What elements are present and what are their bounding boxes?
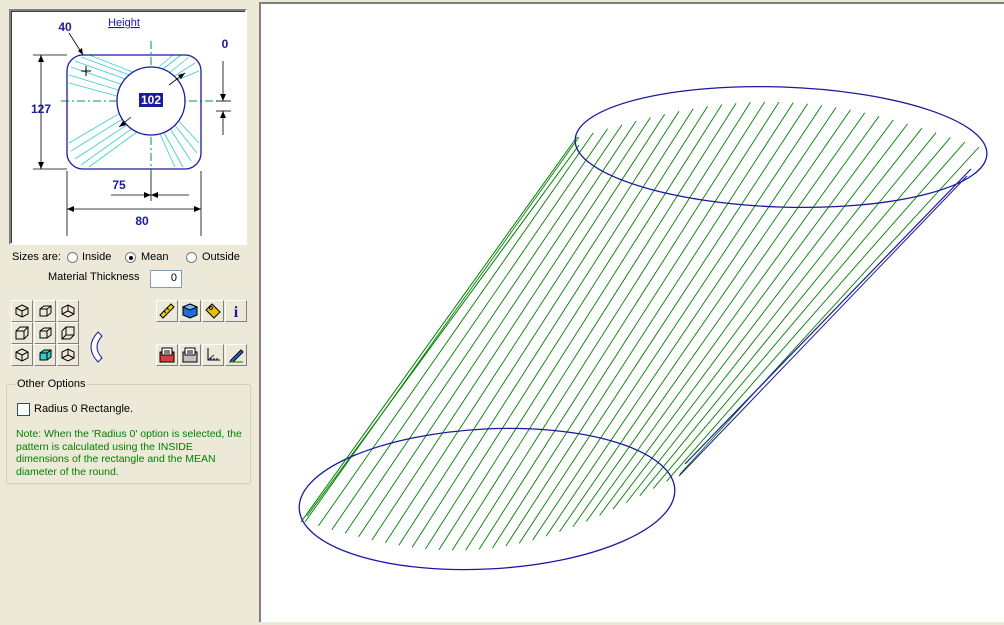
- radio-inside-label: Inside: [82, 251, 112, 263]
- view-iso-5-button[interactable]: [34, 322, 56, 344]
- 3d-box-icon: [182, 303, 198, 319]
- view-iso-3-button[interactable]: [57, 300, 79, 322]
- corner-radius-label: 40: [58, 20, 72, 34]
- right-silhouette: [684, 168, 972, 465]
- view-iso-1-button[interactable]: [11, 300, 33, 322]
- hatch-lines: [304, 101, 980, 551]
- material-thickness-input[interactable]: 0: [150, 270, 182, 288]
- radio-inside[interactable]: [67, 252, 78, 263]
- info-icon: i: [234, 304, 239, 319]
- rotate-view-icon: [90, 331, 103, 363]
- hatch-line: [505, 102, 794, 547]
- tag-icon: [205, 303, 221, 319]
- offset-label: 0: [222, 37, 229, 51]
- view-iso-6-button[interactable]: [57, 322, 79, 344]
- shape-preview: 102 Height 40 0 127 75 80: [9, 9, 247, 245]
- diameter-label: 102: [141, 93, 161, 107]
- hatch-line: [465, 102, 751, 551]
- hatch-line: [492, 101, 780, 549]
- hatch-line: [518, 103, 808, 544]
- view-iso-2-button[interactable]: [34, 300, 56, 322]
- hatch-line: [612, 123, 908, 510]
- view-iso-8-button[interactable]: [34, 344, 56, 366]
- radio-outside-label: Outside: [202, 251, 240, 263]
- view-iso-9-icon: [61, 348, 75, 362]
- ruler-button[interactable]: [156, 300, 178, 322]
- print-document-icon: [182, 347, 198, 363]
- hatch-line: [451, 102, 737, 551]
- height-link[interactable]: Height: [108, 17, 140, 29]
- hatch-line: [478, 101, 766, 550]
- axis-button[interactable]: [202, 344, 224, 366]
- hatch-line: [532, 105, 823, 541]
- hatch-line: [425, 106, 708, 550]
- print-pattern-icon: [159, 347, 175, 363]
- view-iso-7-icon: [15, 348, 29, 362]
- left-panel: 102 Height 40 0 127 75 80 Sizes are: Ins…: [0, 0, 258, 622]
- hatch-line: [344, 124, 623, 534]
- view-iso-7-button[interactable]: [11, 344, 33, 366]
- preview-diagram: 102 Height 40 0 127 75 80: [31, 17, 231, 236]
- other-options-legend: Other Options: [15, 378, 88, 390]
- 3d-model: [298, 85, 988, 571]
- hatch-line: [331, 128, 608, 530]
- hatch-line: [438, 104, 723, 551]
- svg-text:i: i: [234, 304, 239, 319]
- 3d-box-button[interactable]: [179, 300, 201, 322]
- ruler-icon: [159, 303, 175, 319]
- width-label: 80: [135, 214, 149, 228]
- sizes-option-row: Sizes are: Inside Mean Outside: [12, 250, 252, 266]
- radio-outside[interactable]: [186, 252, 197, 263]
- view-iso-2-icon: [39, 305, 52, 317]
- left-silhouette: [300, 136, 578, 523]
- edit-icon: [229, 349, 244, 363]
- view-iso-3-icon: [61, 304, 75, 318]
- radio-mean[interactable]: [125, 252, 136, 263]
- view-iso-6-icon: [61, 326, 75, 340]
- axis-icon: [207, 348, 220, 361]
- hatch-line: [599, 119, 894, 516]
- hatch-line: [385, 113, 666, 544]
- hatch-line: [639, 132, 937, 496]
- view-iso-8-icon: [39, 349, 52, 361]
- view-iso-5-icon: [39, 327, 52, 339]
- material-thickness-label: Material Thickness: [48, 271, 140, 283]
- view-iso-4-icon: [15, 326, 29, 340]
- view-iso-4-button[interactable]: [11, 322, 33, 344]
- sizes-label: Sizes are:: [12, 251, 61, 263]
- other-options-group: Other Options Radius 0 Rectangle. Note: …: [6, 378, 251, 484]
- top-ellipse: [574, 85, 988, 209]
- height-label: 127: [31, 102, 51, 116]
- hatch-line: [545, 107, 837, 537]
- 3d-viewport[interactable]: [259, 2, 1004, 622]
- view-iso-9-button[interactable]: [57, 344, 79, 366]
- radio-mean-label: Mean: [141, 251, 169, 263]
- hatch-line: [358, 120, 637, 538]
- radius0-checkbox[interactable]: [17, 403, 30, 416]
- hatch-line: [585, 115, 880, 522]
- rotate-view-button[interactable]: [82, 330, 104, 364]
- crosshair-icon: [81, 66, 91, 76]
- tag-button[interactable]: [202, 300, 224, 322]
- edit-button[interactable]: [225, 344, 247, 366]
- radius0-note: Note: When the 'Radius 0' option is sele…: [16, 428, 242, 478]
- x-offset-label: 75: [112, 178, 126, 192]
- print-document-button[interactable]: [179, 344, 201, 366]
- info-button[interactable]: i: [225, 300, 247, 322]
- hatch-line: [652, 137, 951, 489]
- hatch-line: [398, 110, 680, 546]
- radius0-label: Radius 0 Rectangle.: [34, 403, 134, 415]
- view-iso-1-icon: [15, 304, 29, 318]
- print-pattern-button[interactable]: [156, 344, 178, 366]
